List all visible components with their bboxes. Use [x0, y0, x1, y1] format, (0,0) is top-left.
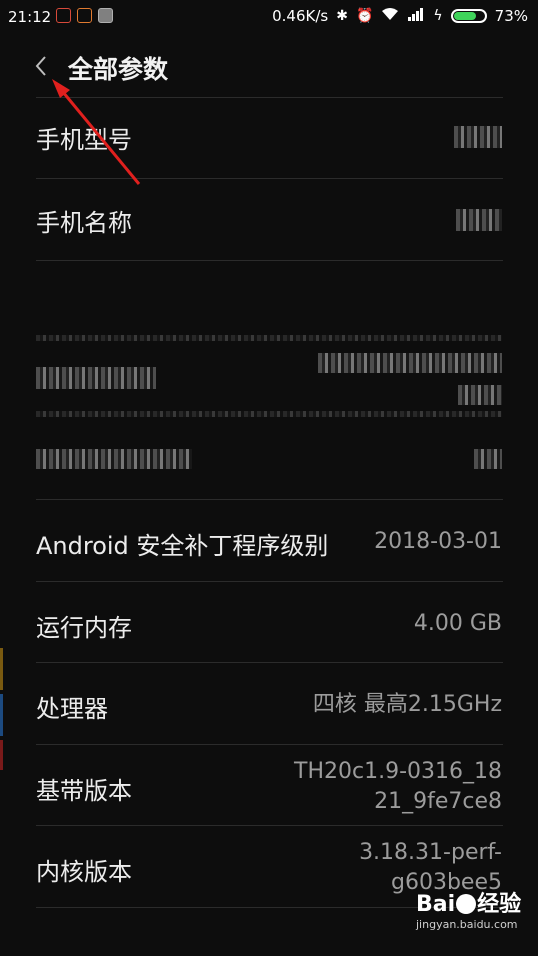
- paw-icon: [456, 894, 477, 914]
- watermark-logo-text: Bai: [416, 892, 456, 917]
- watermark-url: jingyan.baidu.com: [416, 918, 518, 931]
- watermark-logo-text: 经验: [477, 892, 522, 917]
- watermark-logo: Bai 经验: [416, 886, 521, 918]
- baidu-watermark: Bai 经验 jingyan.baidu.com: [416, 886, 521, 938]
- annotation-arrow: [52, 79, 141, 185]
